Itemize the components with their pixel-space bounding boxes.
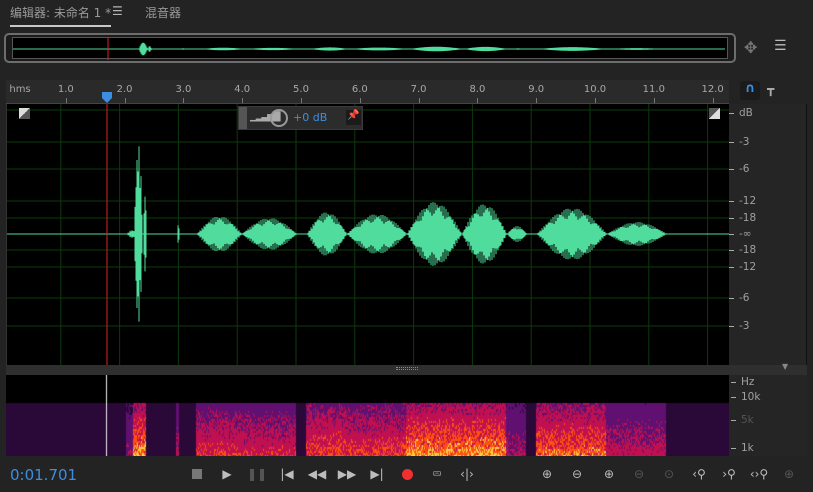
ruler-tick xyxy=(242,98,243,103)
ruler-tick xyxy=(360,98,361,103)
ruler-tick xyxy=(183,98,184,103)
play-button[interactable]: ▶ xyxy=(218,465,236,483)
ruler-tick-label: 11.0 xyxy=(643,84,665,95)
loop-playback-button[interactable]: ⮹ xyxy=(428,465,446,483)
ruler-tick-label: 6.0 xyxy=(352,84,368,95)
drag-grip-icon[interactable] xyxy=(239,107,247,129)
ruler-tick-label: 1.0 xyxy=(58,84,74,95)
pause-button[interactable]: ❚❚ xyxy=(248,465,266,483)
ruler-tick xyxy=(301,98,302,103)
db-label: -18 xyxy=(739,244,756,256)
list-view-icon[interactable]: ☰ xyxy=(774,38,787,54)
db-label: -3 xyxy=(739,320,749,332)
ruler-tick xyxy=(536,98,537,103)
waveform-display[interactable] xyxy=(6,104,729,365)
zoom-out-point-button[interactable]: ›⚲ xyxy=(720,465,738,483)
tab-mixer[interactable]: 混音器 xyxy=(145,4,181,21)
ruler-tick-label: 3.0 xyxy=(175,84,191,95)
db-label: -∞ xyxy=(739,228,752,240)
fade-in-handle-icon[interactable] xyxy=(19,108,30,119)
hz-label: 5k xyxy=(741,414,754,426)
db-label: -18 xyxy=(739,212,756,224)
ruler-unit: hms xyxy=(9,84,30,95)
zoom-in-point-button[interactable]: ‹⚲ xyxy=(690,465,708,483)
fast-forward-button[interactable]: ▶▶ xyxy=(338,465,356,483)
amplitude-scale: dB -3 -6 -12 -18 -∞ -18 -12 -6 -3 xyxy=(729,104,807,365)
tab-bar: 编辑器: 未命名 1 * ☰ 混音器 xyxy=(0,0,813,28)
ruler-tick xyxy=(595,98,596,103)
chevron-down-icon[interactable]: ▼ xyxy=(782,362,788,371)
ruler-tick xyxy=(654,98,655,103)
overview-waveform xyxy=(13,38,725,60)
marker-pin-icon[interactable]: ┳ xyxy=(767,82,774,96)
zoom-in-time-button[interactable]: ⊕ xyxy=(600,465,618,483)
zoom-out-time-button[interactable]: ⊖ xyxy=(630,465,648,483)
pin-icon[interactable]: 📌 xyxy=(346,110,361,125)
spectral-display[interactable] xyxy=(6,375,729,456)
db-label: -12 xyxy=(739,195,756,207)
ruler-tick xyxy=(125,98,126,103)
ruler-tick-label: 4.0 xyxy=(234,84,250,95)
skip-to-start-button[interactable]: |◀ xyxy=(278,465,296,483)
db-label: -6 xyxy=(739,163,749,175)
overview-navigator[interactable] xyxy=(4,33,736,63)
db-label: -12 xyxy=(739,261,756,273)
skip-to-end-button[interactable]: ▶| xyxy=(368,465,386,483)
ruler-tick-label: 2.0 xyxy=(117,84,133,95)
ruler-tick-label: 10.0 xyxy=(584,84,606,95)
ruler-tick xyxy=(477,98,478,103)
fade-out-handle-icon[interactable] xyxy=(709,108,720,119)
transport-bar: 0:01.701 ▶ ❚❚ |◀ ◀◀ ▶▶ ▶| ⮹ ‹|› ⊕ ⊖ ⊕ ⊖ … xyxy=(0,456,813,492)
rewind-button[interactable]: ◀◀ xyxy=(308,465,326,483)
snap-magnet-icon[interactable]: ∩ xyxy=(740,81,760,100)
record-button[interactable] xyxy=(398,465,416,483)
ruler-tick xyxy=(419,98,420,103)
volume-knob[interactable] xyxy=(270,109,288,127)
ruler-tick xyxy=(713,98,714,103)
ruler-tick-label: 9.0 xyxy=(528,84,544,95)
tab-editor[interactable]: 编辑器: 未命名 1 * xyxy=(10,4,111,27)
zoom-selected-track-button[interactable]: ⊕ xyxy=(780,465,798,483)
zoom-out-full-button[interactable]: ⊙ xyxy=(660,465,678,483)
frequency-scale: Hz 10k 5k 1k xyxy=(729,375,807,456)
stop-button[interactable] xyxy=(188,465,206,483)
playhead-handle[interactable] xyxy=(102,92,112,103)
current-time[interactable]: 0:01.701 xyxy=(10,466,77,484)
skip-selection-button[interactable]: ‹|› xyxy=(458,465,476,483)
db-label: -6 xyxy=(739,292,749,304)
zoom-in-amplitude-button[interactable]: ⊕ xyxy=(538,465,556,483)
hz-label: 10k xyxy=(741,391,760,403)
ruler-tick-label: 5.0 xyxy=(293,84,309,95)
zoom-out-amplitude-button[interactable]: ⊖ xyxy=(568,465,586,483)
zoom-selection-button[interactable]: ‹›⚲ xyxy=(750,465,768,483)
ruler-tick xyxy=(66,98,67,103)
hz-label: 1k xyxy=(741,442,754,454)
ruler-tick-label: 12.0 xyxy=(701,84,723,95)
time-ruler[interactable]: hms 1.0 2.0 3.0 4.0 5.0 6.0 7.0 8.0 9.0 10.0 11.0 1… xyxy=(6,80,729,104)
spectral-divider[interactable]: ▼ xyxy=(6,365,807,375)
db-label: -3 xyxy=(739,136,749,148)
zoom-navigator-icon[interactable]: ✥ xyxy=(744,38,757,57)
db-unit: dB xyxy=(739,107,753,119)
hud-volume: ▁▂▃▅▇ +0 dB 📌 xyxy=(238,106,363,130)
ruler-tick-label: 7.0 xyxy=(411,84,427,95)
hamburger-icon[interactable]: ☰ xyxy=(112,4,123,18)
hz-unit: Hz xyxy=(741,376,754,388)
gain-value[interactable]: +0 dB xyxy=(293,111,327,124)
ruler-tick-label: 8.0 xyxy=(469,84,485,95)
